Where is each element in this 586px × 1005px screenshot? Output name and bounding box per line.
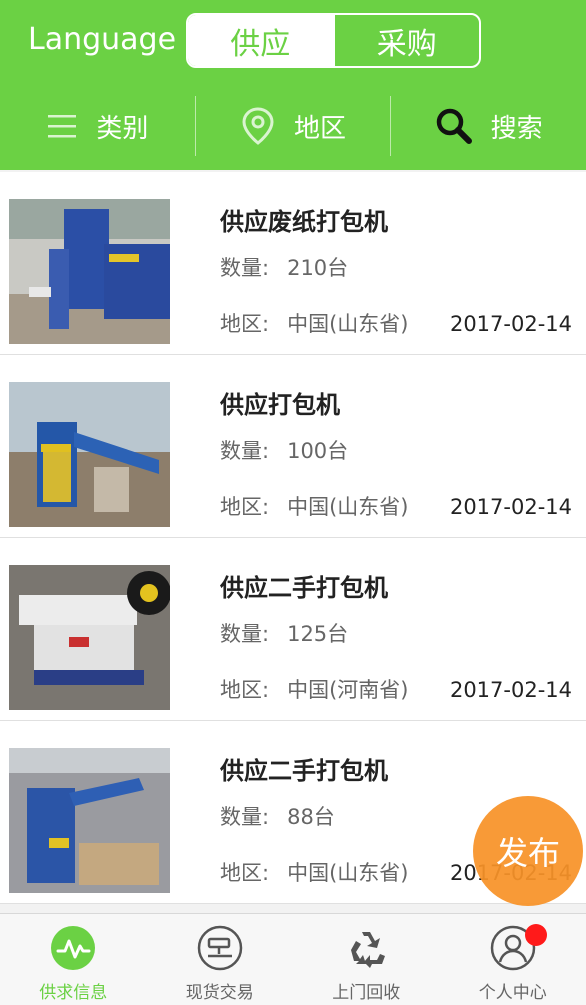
- product-image: [9, 382, 170, 527]
- listing-date: 2017-02-14: [449, 495, 572, 519]
- product-image: [9, 199, 170, 344]
- region-value: 中国(山东省): [287, 861, 409, 885]
- user-icon-wrap: [489, 924, 547, 972]
- listing-quantity: 数量: 125台: [220, 618, 348, 648]
- filter-region[interactable]: 地区: [196, 94, 391, 158]
- quantity-value: 100台: [287, 439, 349, 463]
- quantity-value: 210台: [287, 256, 349, 280]
- listing-quantity: 数量: 100台: [220, 435, 348, 465]
- segment-purchase[interactable]: 采购: [332, 15, 480, 66]
- listing-region: 地区: 中国(山东省): [220, 308, 408, 338]
- quantity-label: 数量:: [220, 256, 270, 280]
- bottom-tab-bar: 供求信息 现货交易 上门回收 个人中心: [0, 913, 586, 1005]
- listing-title: 供应二手打包机: [220, 757, 388, 785]
- listing-title: 供应二手打包机: [220, 574, 388, 602]
- list-item[interactable]: 供应废纸打包机 数量: 210台 地区: 中国(山东省) 2017-02-14: [0, 172, 586, 355]
- tab-personal-center[interactable]: 个人中心: [440, 914, 586, 1005]
- segment-supply[interactable]: 供应: [188, 15, 333, 66]
- listing-region: 地区: 中国(山东省): [220, 491, 408, 521]
- supply-purchase-switch: 供应 采购: [186, 13, 481, 68]
- listing-title: 供应废纸打包机: [220, 208, 388, 236]
- listing-list: 供应废纸打包机 数量: 210台 地区: 中国(山东省) 2017-02-14 供应…: [0, 172, 586, 904]
- tab-label: 供求信息: [39, 983, 108, 1003]
- language-button[interactable]: Language: [28, 22, 176, 57]
- recycle-icon: [351, 932, 386, 968]
- gavel-icon: [197, 925, 242, 971]
- listing-quantity: 数量: 88台: [220, 801, 335, 831]
- menu-icon: [48, 115, 77, 138]
- list-item[interactable]: 供应二手打包机 数量: 125台 地区: 中国(河南省) 2017-02-14: [0, 538, 586, 721]
- filter-region-label: 地区: [294, 113, 347, 144]
- region-label: 地区:: [220, 678, 270, 702]
- listing-region: 地区: 中国(河南省): [220, 674, 408, 704]
- listing-date: 2017-02-14: [449, 678, 572, 702]
- quantity-label: 数量:: [220, 439, 270, 463]
- listing-quantity: 数量: 210台: [220, 252, 348, 282]
- region-label: 地区:: [220, 312, 270, 336]
- tab-spot-trading[interactable]: 现货交易: [147, 914, 294, 1005]
- tab-recycling[interactable]: 上门回收: [293, 914, 440, 1005]
- top-header: Language 供应 采购 类别 地区 搜索: [0, 0, 586, 170]
- location-pin-icon: [242, 107, 274, 145]
- product-image: [9, 565, 170, 710]
- quantity-label: 数量:: [220, 622, 270, 646]
- region-value: 中国(山东省): [287, 495, 409, 519]
- list-item[interactable]: 供应打包机 数量: 100台 地区: 中国(山东省) 2017-02-14: [0, 355, 586, 538]
- region-label: 地区:: [220, 861, 270, 885]
- notification-badge: [524, 924, 547, 946]
- filter-search-label: 搜索: [490, 113, 543, 144]
- pulse-icon: [51, 926, 96, 970]
- filter-bar: 类别 地区 搜索: [0, 94, 586, 158]
- region-value: 中国(河南省): [287, 678, 409, 702]
- listing-region: 地区: 中国(山东省): [220, 857, 408, 887]
- search-icon: [436, 108, 472, 144]
- listing-date: 2017-02-14: [449, 312, 572, 336]
- tab-label: 上门回收: [332, 983, 401, 1003]
- tab-label: 个人中心: [478, 983, 547, 1003]
- filter-category-label: 类别: [96, 113, 149, 144]
- publish-button[interactable]: 发布: [473, 796, 583, 906]
- region-label: 地区:: [220, 495, 270, 519]
- quantity-value: 125台: [287, 622, 349, 646]
- quantity-label: 数量:: [220, 805, 270, 829]
- listing-title: 供应打包机: [220, 391, 340, 419]
- tab-label: 现货交易: [185, 983, 254, 1003]
- quantity-value: 88台: [287, 805, 335, 829]
- filter-category[interactable]: 类别: [0, 94, 195, 158]
- tab-supply-demand[interactable]: 供求信息: [0, 914, 147, 1005]
- region-value: 中国(山东省): [287, 312, 409, 336]
- filter-search[interactable]: 搜索: [391, 94, 586, 158]
- product-image: [9, 748, 170, 893]
